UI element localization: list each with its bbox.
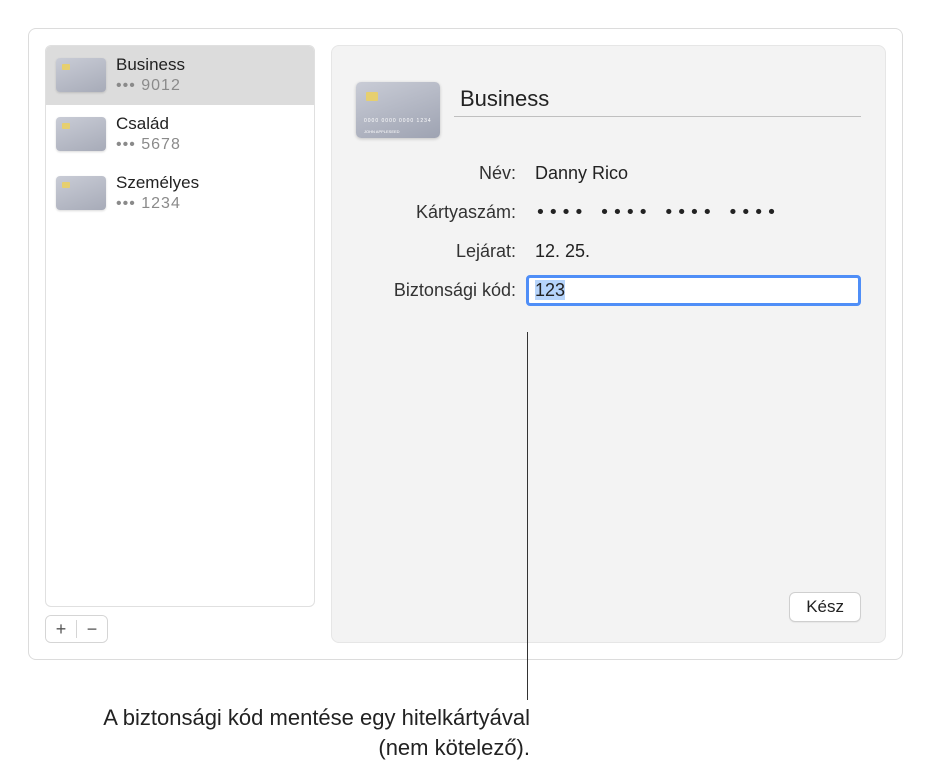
detail-header: 0000 0000 0000 1234 JOHN APPLESEED — [356, 82, 861, 138]
sidebar-item-title: Személyes — [116, 172, 199, 194]
credit-card-icon — [56, 117, 106, 151]
row-number: Kártyaszám: — [356, 197, 861, 228]
sidebar-item-sub: ••• 9012 — [116, 76, 185, 97]
card-title-input[interactable] — [454, 82, 861, 117]
credit-card-icon — [56, 176, 106, 210]
row-expiry: Lejárat: — [356, 236, 861, 267]
number-field[interactable] — [526, 197, 861, 228]
name-field[interactable] — [526, 158, 861, 189]
callout-line — [527, 332, 528, 700]
label-expiry: Lejárat: — [356, 241, 516, 262]
sidebar-item-sub: ••• 5678 — [116, 135, 181, 156]
credit-card-icon: 0000 0000 0000 1234 JOHN APPLESEED — [356, 82, 440, 138]
sidebar-item-personal[interactable]: Személyes ••• 1234 — [46, 164, 314, 223]
credit-card-icon — [56, 58, 106, 92]
row-name: Név: — [356, 158, 861, 189]
preferences-window: Business ••• 9012 Család ••• 5678 — [28, 28, 903, 660]
done-button[interactable]: Kész — [789, 592, 861, 622]
sidebar-item-sub: ••• 1234 — [116, 194, 199, 215]
remove-button[interactable]: − — [77, 616, 107, 642]
cvc-field[interactable]: 123 — [526, 275, 861, 306]
sidebar-column: Business ••• 9012 Család ••• 5678 — [45, 45, 315, 643]
footer-row: Kész — [356, 574, 861, 622]
label-cvc: Biztonsági kód: — [356, 280, 516, 301]
sidebar-item-business[interactable]: Business ••• 9012 — [46, 46, 314, 105]
card-form: Név: Kártyaszám: Lejárat: Biztonsági kód… — [356, 158, 861, 306]
callout-text: A biztonsági kód mentése egy hitelkártyá… — [100, 703, 530, 762]
card-list: Business ••• 9012 Család ••• 5678 — [45, 45, 315, 607]
sidebar-item-title: Család — [116, 113, 181, 135]
content-area: Business ••• 9012 Család ••• 5678 — [29, 29, 902, 659]
sidebar-item-family[interactable]: Család ••• 5678 — [46, 105, 314, 164]
expiry-field[interactable] — [526, 236, 861, 267]
label-number: Kártyaszám: — [356, 202, 516, 223]
sidebar-item-title: Business — [116, 54, 185, 76]
label-name: Név: — [356, 163, 516, 184]
add-button[interactable]: + — [46, 616, 76, 642]
sidebar-toolbar: + − — [45, 615, 108, 643]
row-cvc: Biztonsági kód: 123 — [356, 275, 861, 306]
detail-panel: 0000 0000 0000 1234 JOHN APPLESEED Név: … — [331, 45, 886, 643]
